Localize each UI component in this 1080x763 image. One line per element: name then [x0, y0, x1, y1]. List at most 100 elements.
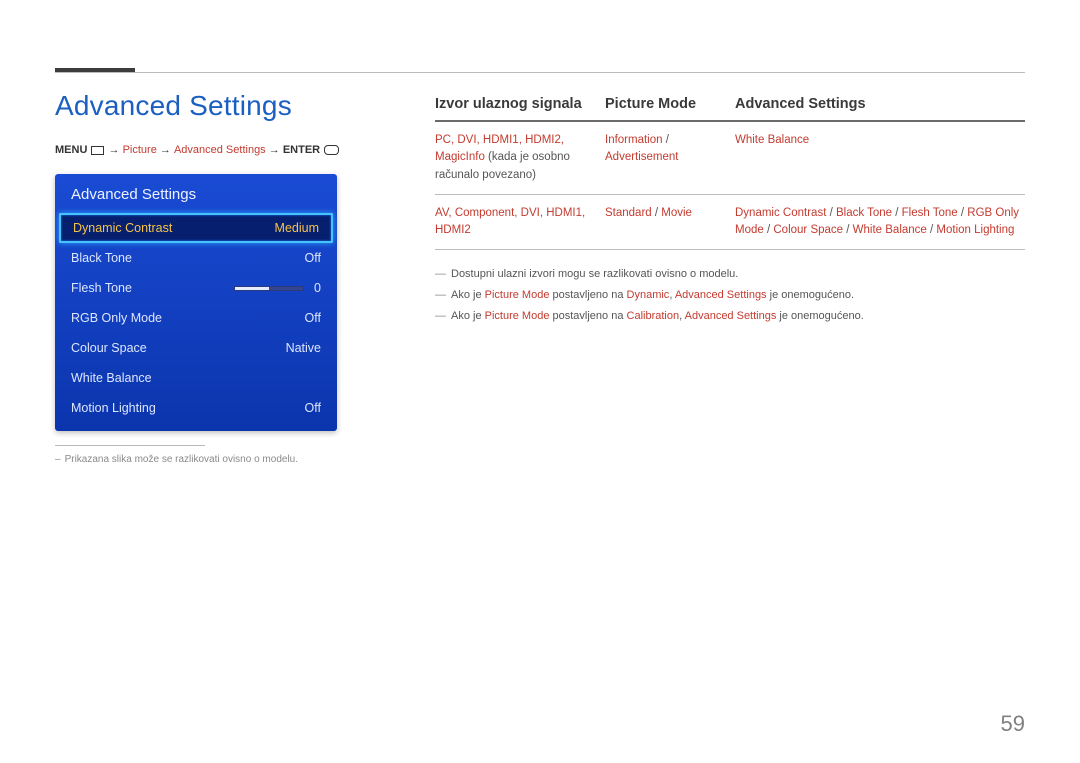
hl-text: Standard [605, 207, 652, 219]
osd-row-label: Black Tone [71, 251, 305, 265]
plain-text: / [843, 224, 853, 236]
note-line: ― Ako je Picture Mode postavljeno na Dyn… [435, 285, 1025, 306]
plain-text: / [927, 224, 937, 236]
hl-text: Motion Lighting [936, 224, 1014, 236]
plain-text: je onemogućeno. [776, 310, 863, 322]
breadcrumb-enter: ENTER [283, 144, 320, 156]
table-cell-c2: Information / Advertisement [605, 132, 735, 184]
osd-row-label: Dynamic Contrast [73, 221, 275, 235]
table-rule [435, 120, 1025, 122]
footnote-rule [55, 445, 205, 446]
osd-slider-fill [235, 287, 269, 290]
osd-row-rgb-only-mode[interactable]: RGB Only Mode Off [55, 303, 337, 333]
footnote: –Prikazana slika može se razlikovati ovi… [55, 454, 405, 465]
plain-text: / [958, 207, 968, 219]
page-number: 59 [1001, 711, 1025, 737]
plain-text: postavljeno na [549, 310, 626, 322]
table-row: AV, Component, DVI, HDMI1, HDMI2 Standar… [435, 205, 1025, 240]
osd-row-label: Motion Lighting [71, 401, 305, 415]
hl-text: Information [605, 134, 663, 146]
table-row: PC, DVI, HDMI1, HDMI2, MagicInfo (kada j… [435, 132, 1025, 184]
osd-row-value: Medium [275, 221, 319, 235]
page-content: Advanced Settings MENU → Picture → Advan… [55, 90, 1025, 733]
table-cell-c2: Standard / Movie [605, 205, 735, 240]
plain-text: / [663, 134, 669, 146]
osd-row-value: Off [305, 251, 321, 265]
hl-text: Advanced Settings [675, 289, 767, 301]
hl-text: White Balance [853, 224, 927, 236]
table-header-c2: Picture Mode [605, 96, 735, 112]
osd-row-white-balance[interactable]: White Balance [55, 363, 337, 393]
hl-text: Picture Mode [485, 289, 550, 301]
hl-text: Advanced Settings [685, 310, 777, 322]
dash-icon: ― [435, 264, 451, 285]
plain-text: / [652, 207, 662, 219]
osd-row-motion-lighting[interactable]: Motion Lighting Off [55, 393, 337, 423]
osd-row-colour-space[interactable]: Colour Space Native [55, 333, 337, 363]
enter-icon [324, 145, 339, 155]
osd-menu: Advanced Settings Dynamic Contrast Mediu… [55, 174, 337, 431]
note-line: ― Dostupni ulazni izvori mogu se razliko… [435, 264, 1025, 285]
osd-row-label: White Balance [71, 371, 321, 385]
table-header-c1: Izvor ulaznog signala [435, 96, 605, 112]
footnote-text: Prikazana slika može se razlikovati ovis… [65, 454, 298, 465]
breadcrumb-menu: MENU [55, 144, 87, 156]
arrow-icon: → [109, 144, 120, 156]
osd-row-value: Off [305, 401, 321, 415]
osd-row-black-tone[interactable]: Black Tone Off [55, 243, 337, 273]
right-column: Izvor ulaznog signala Picture Mode Advan… [435, 90, 1025, 733]
hl-text: Movie [661, 207, 692, 219]
note-text: Ako je Picture Mode postavljeno na Calib… [451, 306, 864, 327]
hl-text: Black Tone [836, 207, 892, 219]
osd-row-value: Native [286, 341, 321, 355]
breadcrumb: MENU → Picture → Advanced Settings → ENT… [55, 144, 405, 156]
hl-text: AV, Component, DVI, HDMI1, HDMI2 [435, 207, 585, 236]
osd-row-label: Flesh Tone [71, 281, 234, 295]
hl-text: Calibration [627, 310, 680, 322]
note-line: ― Ako je Picture Mode postavljeno na Cal… [435, 306, 1025, 327]
note-text: Ako je Picture Mode postavljeno na Dynam… [451, 285, 854, 306]
hl-text: White Balance [735, 134, 809, 146]
hl-text: Dynamic Contrast [735, 207, 826, 219]
hl-text: Advertisement [605, 151, 679, 163]
menu-icon [91, 146, 104, 155]
dash-icon: ― [435, 306, 451, 327]
dash-icon: – [55, 454, 61, 465]
arrow-icon: → [160, 144, 171, 156]
osd-row-dynamic-contrast[interactable]: Dynamic Contrast Medium [59, 213, 333, 243]
osd-slider[interactable] [234, 286, 304, 291]
osd-row-label: RGB Only Mode [71, 311, 305, 325]
hl-text: PC, DVI, HDMI1, HDMI2, [435, 134, 564, 146]
osd-row-label: Colour Space [71, 341, 286, 355]
table-header: Izvor ulaznog signala Picture Mode Advan… [435, 96, 1025, 120]
table-cell-c3: White Balance [735, 132, 1025, 184]
arrow-icon: → [269, 144, 280, 156]
breadcrumb-advanced: Advanced Settings [174, 144, 266, 156]
plain-text: / [764, 224, 774, 236]
osd-row-value: 0 [314, 281, 321, 295]
breadcrumb-picture: Picture [123, 144, 157, 156]
plain-text: Ako je [451, 310, 485, 322]
hl-text: MagicInfo [435, 151, 485, 163]
dash-icon: ― [435, 285, 451, 306]
note-text: Dostupni ulazni izvori mogu se razlikova… [451, 264, 738, 285]
left-column: Advanced Settings MENU → Picture → Advan… [55, 90, 435, 733]
plain-text: Ako je [451, 289, 485, 301]
plain-text: je onemogućeno. [767, 289, 854, 301]
hl-text: Colour Space [773, 224, 843, 236]
table-rule [435, 194, 1025, 195]
table-rule [435, 249, 1025, 250]
notes: ― Dostupni ulazni izvori mogu se razliko… [435, 264, 1025, 327]
osd-row-value: Off [305, 311, 321, 325]
header-rule [55, 72, 1025, 73]
hl-text: Dynamic [627, 289, 670, 301]
table-cell-c1: PC, DVI, HDMI1, HDMI2, MagicInfo (kada j… [435, 132, 605, 184]
table-cell-c1: AV, Component, DVI, HDMI1, HDMI2 [435, 205, 605, 240]
osd-row-flesh-tone[interactable]: Flesh Tone 0 [55, 273, 337, 303]
hl-text: Picture Mode [485, 310, 550, 322]
hl-text: Flesh Tone [902, 207, 958, 219]
plain-text: postavljeno na [549, 289, 626, 301]
osd-title: Advanced Settings [55, 174, 337, 213]
plain-text: / [826, 207, 836, 219]
table-cell-c3: Dynamic Contrast / Black Tone / Flesh To… [735, 205, 1025, 240]
